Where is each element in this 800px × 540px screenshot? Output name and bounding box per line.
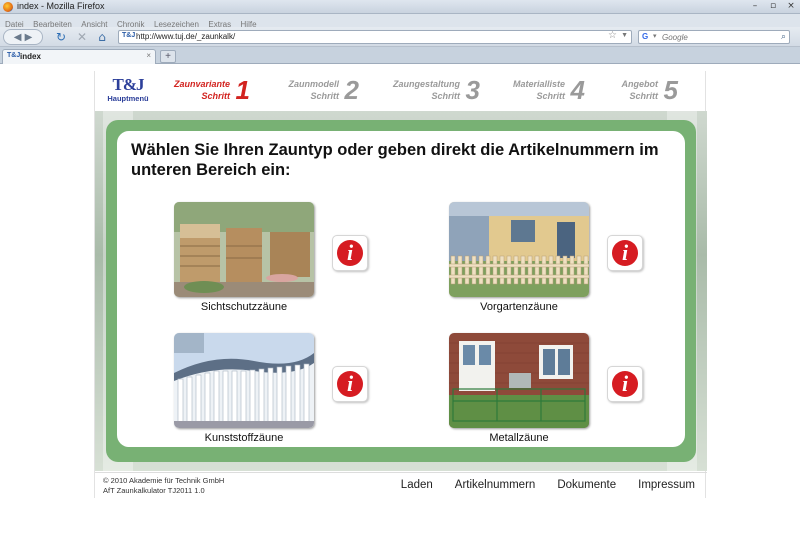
close-window-button[interactable]: × <box>784 1 798 12</box>
step-label: Materialliste Schritt <box>512 79 565 101</box>
option-kunststoffzaeune: Kunststoffzäune i <box>137 333 368 444</box>
option-caption[interactable]: Sichtschutzzäune <box>157 301 331 313</box>
step-number: 2 <box>344 75 359 105</box>
tab-favicon: T&J <box>7 52 21 59</box>
page-title: Wählen Sie Ihren Zauntyp oder geben dire… <box>131 141 659 179</box>
site-favicon: T&J <box>122 32 136 39</box>
option-caption[interactable]: Vorgartenzäune <box>432 301 606 313</box>
step-label: Angebot Schritt <box>621 79 659 101</box>
search-bar[interactable]: G ▾ ⌕ <box>638 30 790 44</box>
search-input[interactable] <box>662 32 772 43</box>
option-caption[interactable]: Metallzäune <box>432 432 606 444</box>
sichtschutz-thumbnail[interactable] <box>174 202 314 297</box>
info-button[interactable]: i <box>607 366 643 402</box>
step-4-materialliste[interactable]: Materialliste Schritt 4 <box>509 75 587 107</box>
home-icon[interactable]: ⌂ <box>94 29 110 45</box>
option-vorgartenzaeune: Vorgartenzäune i <box>412 202 643 313</box>
firefox-icon <box>3 2 13 12</box>
step-number: 1 <box>235 75 250 105</box>
sichtschutz-image <box>174 202 314 297</box>
option-sichtschutzzaeune: Sichtschutzzäune i <box>137 202 368 313</box>
footer-link-artikelnummern[interactable]: Artikelnummern <box>455 479 536 491</box>
url-text[interactable]: http://www.tuj.de/_zaunkalk/ <box>136 32 235 41</box>
menu-bar: Datei Bearbeiten Ansicht Chronik Lesezei… <box>0 14 800 29</box>
step-number: 4 <box>570 75 585 105</box>
search-engine-dropdown-icon[interactable]: ▾ <box>653 32 657 40</box>
window-title: index - Mozilla Firefox <box>17 1 105 11</box>
page-content: T&J Hauptmenü Zaunvariante Schritt 1 Zau… <box>94 71 707 498</box>
main-menu-label: Hauptmenü <box>107 94 149 103</box>
url-dropdown-icon[interactable]: ▼ <box>621 32 628 39</box>
new-tab-button[interactable]: + <box>160 50 176 63</box>
step-1-zaunvariante[interactable]: Zaunvariante Schritt 1 <box>170 75 252 107</box>
step-5-angebot[interactable]: Angebot Schritt 5 <box>615 75 680 107</box>
step-3-zaungestaltung[interactable]: Zaungestaltung Schritt 3 <box>387 75 482 107</box>
info-button[interactable]: i <box>332 235 368 271</box>
tj-logo-icon: T&J <box>112 75 145 94</box>
step-number: 3 <box>465 75 480 105</box>
info-icon: i <box>337 240 363 266</box>
green-frame: Wählen Sie Ihren Zauntyp oder geben dire… <box>106 120 696 462</box>
footer-link-laden[interactable]: Laden <box>401 479 433 491</box>
copyright: © 2010 Akademie für Technik GmbH AfT Zau… <box>103 476 224 496</box>
step-label: Zaunmodell Schritt <box>288 79 339 101</box>
vorgarten-image <box>449 202 589 297</box>
tab-bar: T&J index × + <box>0 47 800 64</box>
main-menu-logo[interactable]: T&J Hauptmenü <box>105 76 151 108</box>
footer-nav: Laden Artikelnummern Dokumente Impressum <box>401 479 695 491</box>
info-button[interactable]: i <box>607 235 643 271</box>
version-line: AfT Zaunkalkulator TJ2011 1.0 <box>103 486 205 495</box>
vorgarten-thumbnail[interactable] <box>449 202 589 297</box>
maximize-button[interactable]: ▫ <box>766 1 780 12</box>
content-stage: Wählen Sie Ihren Zauntyp oder geben dire… <box>95 111 707 471</box>
copyright-line: © 2010 Akademie für Technik GmbH <box>103 476 225 485</box>
footer-link-dokumente[interactable]: Dokumente <box>557 479 616 491</box>
bookmark-star-icon[interactable]: ☆ <box>608 30 617 41</box>
info-icon: i <box>337 371 363 397</box>
tab-close-icon[interactable]: × <box>146 51 151 60</box>
step-label: Zaunvariante Schritt <box>173 79 230 101</box>
kunststoff-thumbnail[interactable] <box>174 333 314 428</box>
metall-thumbnail[interactable] <box>449 333 589 428</box>
minimize-button[interactable]: – <box>748 1 762 12</box>
step-2-zaunmodell[interactable]: Zaunmodell Schritt 2 <box>287 75 361 107</box>
metall-image <box>449 333 589 428</box>
option-metallzaeune: Metallzäune i <box>412 333 643 444</box>
wizard-header: T&J Hauptmenü Zaunvariante Schritt 1 Zau… <box>95 71 707 111</box>
info-button[interactable]: i <box>332 366 368 402</box>
navigation-toolbar: ◀ ▶ ↻ ✕ ⌂ T&J http://www.tuj.de/_zaunkal… <box>0 27 800 47</box>
back-forward-button[interactable]: ◀ ▶ <box>3 29 43 45</box>
step-number: 5 <box>663 75 678 105</box>
info-icon: i <box>612 240 638 266</box>
option-caption[interactable]: Kunststoffzäune <box>157 432 331 444</box>
fence-type-panel: Wählen Sie Ihren Zauntyp oder geben dire… <box>117 131 685 447</box>
window-controls: – ▫ × <box>748 1 798 12</box>
search-icon[interactable]: ⌕ <box>781 31 786 42</box>
page-footer: © 2010 Akademie für Technik GmbH AfT Zau… <box>95 472 707 498</box>
footer-link-impressum[interactable]: Impressum <box>638 479 695 491</box>
google-icon[interactable]: G <box>642 32 652 42</box>
tab-index[interactable]: T&J index × <box>2 49 156 64</box>
reload-icon[interactable]: ↻ <box>53 29 69 45</box>
address-bar[interactable]: T&J http://www.tuj.de/_zaunkalk/ ☆ ▼ <box>118 30 632 44</box>
stop-icon[interactable]: ✕ <box>74 29 90 45</box>
window-titlebar: index - Mozilla Firefox – ▫ × <box>0 0 800 14</box>
tab-title: index <box>20 52 41 61</box>
step-label: Zaungestaltung Schritt <box>393 79 460 101</box>
info-icon: i <box>612 371 638 397</box>
kunststoff-image <box>174 333 314 428</box>
